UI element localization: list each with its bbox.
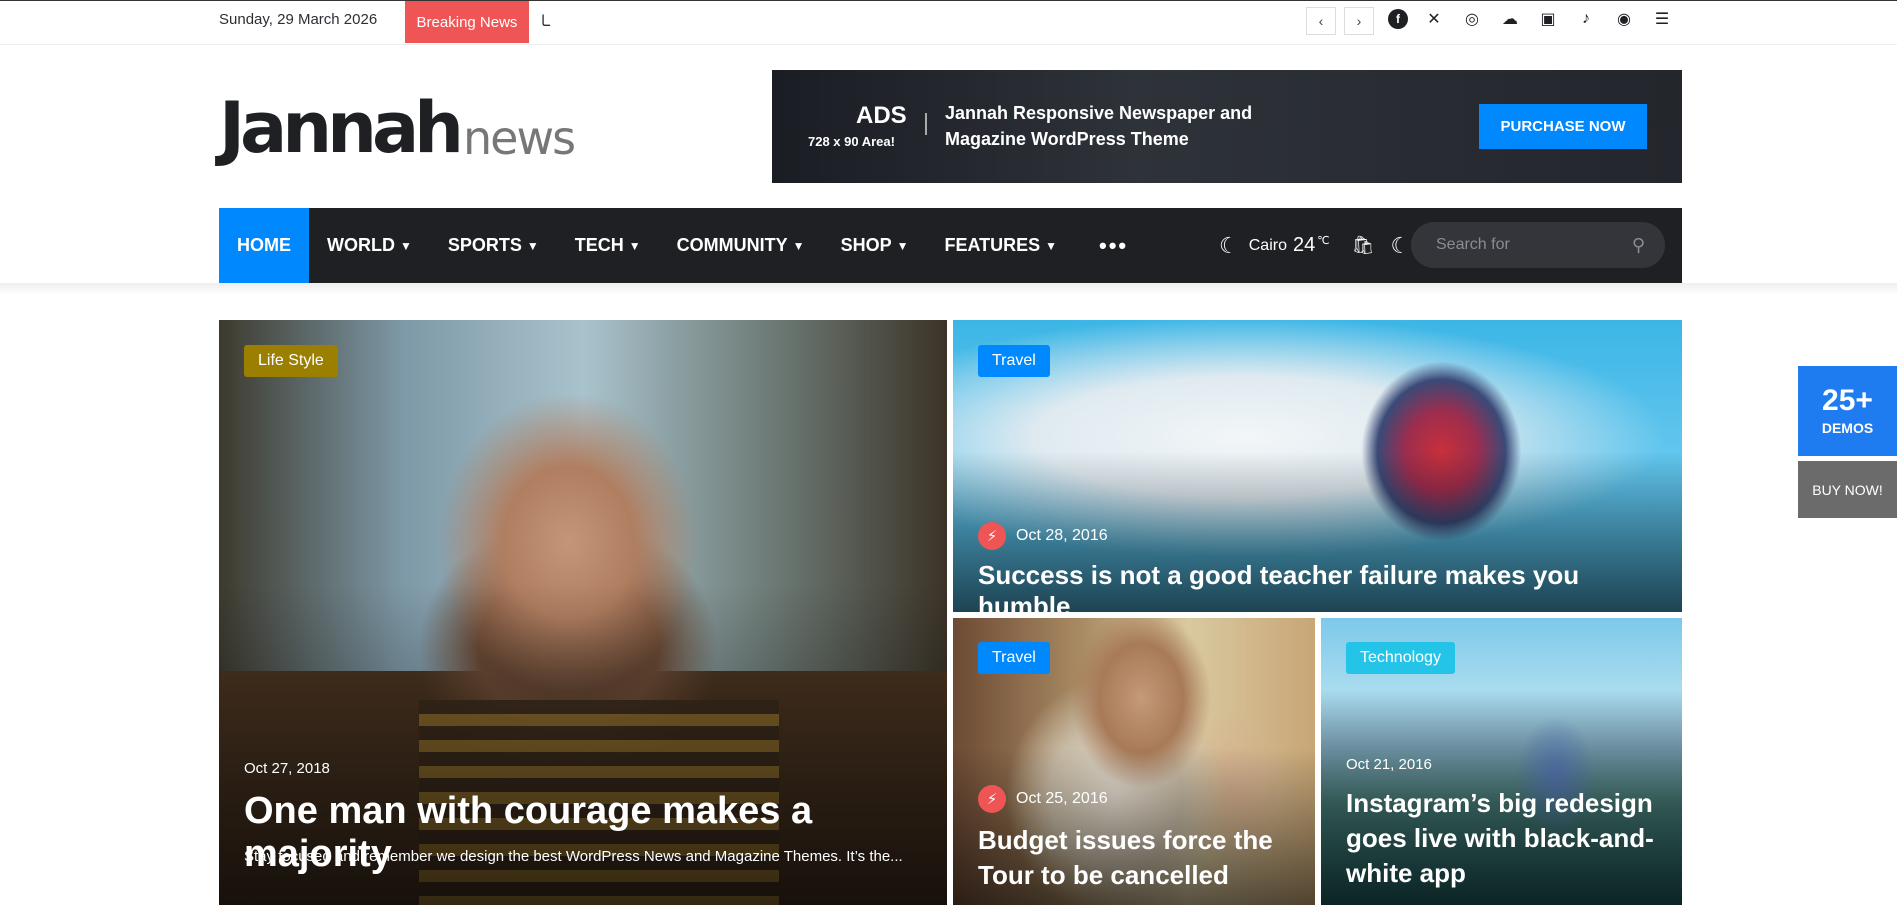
nav-item-features[interactable]: FEATURES ▼: [926, 208, 1075, 283]
chevron-down-icon: ▼: [896, 238, 909, 253]
nav-item-label: SPORTS: [447, 235, 522, 255]
demos-count: 25+: [1822, 384, 1873, 417]
weather-temp: 24: [1292, 234, 1316, 256]
post-date: Oct 27, 2018: [244, 760, 330, 777]
demos-label: DEMOS: [1821, 420, 1874, 436]
x-icon[interactable]: ✕: [1422, 7, 1446, 31]
post-excerpt: Stay focused and remember we design the …: [244, 848, 903, 865]
dark-mode-toggle-icon[interactable]: ☾: [1390, 233, 1410, 259]
dribbble-icon[interactable]: ◎: [1460, 7, 1484, 31]
nav-item-sports[interactable]: SPORTS ▼: [430, 208, 557, 283]
top-bar: Sunday, 29 March 2026 Breaking News ـا ‹…: [0, 0, 1897, 45]
nav-item-label: HOME: [237, 235, 291, 255]
logo-main-text: Jannah: [219, 87, 464, 169]
featured-post-main[interactable]: Life Style Oct 27, 2018 One man with cou…: [219, 320, 947, 905]
post-date: Oct 28, 2016: [1016, 527, 1108, 544]
more-menu-button[interactable]: •••: [1075, 233, 1152, 259]
nav-item-home[interactable]: HOME: [219, 208, 309, 283]
ad-text-line2: Magazine WordPress Theme: [945, 129, 1189, 149]
chevron-down-icon: ▼: [526, 238, 539, 253]
post-meta: ⚡ Oct 28, 2016: [978, 522, 1108, 550]
category-tag[interactable]: Travel: [978, 345, 1050, 377]
search-input[interactable]: [1436, 236, 1626, 254]
trending-bolt-icon: ⚡: [978, 785, 1006, 813]
featured-post-3[interactable]: Travel ⚡ Oct 25, 2016 Budget issues forc…: [953, 618, 1315, 905]
post-title-line: goes live with black-and-: [1346, 823, 1654, 853]
demos-widget[interactable]: 25+ DEMOS: [1798, 366, 1897, 456]
post-title-line: Instagram’s big redesign: [1346, 788, 1653, 818]
post-title[interactable]: Instagram’s big redesign goes live with …: [1346, 786, 1676, 891]
post-title-line: Tour to be cancelled: [978, 860, 1229, 890]
ad-size: 728 x 90 Area!: [808, 134, 895, 149]
ad-title: ADS: [856, 102, 907, 129]
nav-item-label: SHOP: [840, 235, 892, 255]
nav-right-tools: ☾ Cairo 24 ℃ 🛍 ☾: [1219, 208, 1410, 283]
chevron-down-icon: ▼: [399, 238, 412, 253]
nav-item-shop[interactable]: SHOP ▼: [823, 208, 927, 283]
trending-bolt-icon: ⚡: [978, 522, 1006, 550]
category-tag[interactable]: Travel: [978, 642, 1050, 674]
category-tag[interactable]: Life Style: [244, 345, 338, 377]
ticker-next-button[interactable]: ›: [1344, 7, 1374, 35]
nav-item-community[interactable]: COMMUNITY ▼: [659, 208, 823, 283]
category-tag[interactable]: Technology: [1346, 642, 1455, 674]
user-icon[interactable]: ◉: [1612, 7, 1636, 31]
nav-item-label: TECH: [574, 235, 624, 255]
menu-icon[interactable]: ☰: [1650, 7, 1674, 31]
weather-unit: ℃: [1317, 235, 1330, 247]
purchase-now-button[interactable]: PURCHASE NOW: [1479, 104, 1647, 149]
header-ad-banner[interactable]: ADS 728 x 90 Area! Jannah Responsive New…: [772, 70, 1682, 183]
chevron-down-icon: ▼: [628, 238, 641, 253]
weather-city: Cairo: [1248, 236, 1287, 254]
post-meta: ⚡ Oct 25, 2016: [978, 785, 1108, 813]
ticker-arrows: ‹ ›: [1306, 7, 1374, 35]
chevron-down-icon: ▼: [1045, 238, 1058, 253]
post-title[interactable]: Success is not a good teacher failure ma…: [978, 560, 1668, 612]
post-title-line: white app: [1346, 858, 1466, 888]
featured-post-2[interactable]: Travel ⚡ Oct 28, 2016 Success is not a g…: [953, 320, 1682, 612]
post-title-line: Budget issues force the: [978, 825, 1273, 855]
breaking-news-ticker[interactable]: ـا: [541, 12, 550, 30]
nav-item-world[interactable]: WORLD ▼: [309, 208, 430, 283]
nav-item-label: WORLD: [327, 235, 395, 255]
chevron-down-icon: ▼: [792, 238, 805, 253]
ad-text: Jannah Responsive Newspaper and Magazine…: [945, 100, 1252, 152]
search-icon[interactable]: ⚲: [1632, 235, 1645, 256]
logo-sub-text: news: [463, 111, 576, 165]
main-nav: HOME WORLD ▼ SPORTS ▼ TECH ▼ COMMUNITY ▼ SHO…: [219, 208, 1682, 283]
nav-item-tech[interactable]: TECH ▼: [557, 208, 659, 283]
ad-divider: [925, 113, 927, 135]
soundcloud-icon[interactable]: ☁: [1498, 7, 1522, 31]
post-date: Oct 25, 2016: [1016, 790, 1108, 807]
facebook-icon[interactable]: f: [1388, 9, 1408, 29]
featured-post-4[interactable]: Technology Oct 21, 2016 Instagram’s big …: [1321, 618, 1682, 905]
ticker-prev-button[interactable]: ‹: [1306, 7, 1336, 35]
nav-item-label: FEATURES: [944, 235, 1041, 255]
buy-now-button[interactable]: BUY NOW!: [1798, 461, 1897, 518]
nav-shadow: [0, 283, 1897, 295]
instagram-icon[interactable]: ▣: [1536, 7, 1560, 31]
weather-moon-icon: ☾: [1219, 232, 1239, 258]
nav-item-label: COMMUNITY: [676, 235, 788, 255]
ad-text-line1: Jannah Responsive Newspaper and: [945, 103, 1253, 123]
search-box: ⚲: [1411, 222, 1665, 268]
site-logo[interactable]: Jannah news: [219, 87, 576, 169]
social-links: f ✕ ◎ ☁ ▣ ♪ ◉ ☰: [1388, 7, 1674, 31]
current-date: Sunday, 29 March 2026: [219, 11, 378, 28]
post-date: Oct 21, 2016: [1346, 756, 1432, 773]
tiktok-icon[interactable]: ♪: [1574, 7, 1598, 31]
breaking-news-label: Breaking News: [405, 1, 529, 43]
post-title[interactable]: Budget issues force the Tour to be cance…: [978, 823, 1298, 893]
shopping-bag-icon[interactable]: 🛍: [1352, 235, 1375, 256]
